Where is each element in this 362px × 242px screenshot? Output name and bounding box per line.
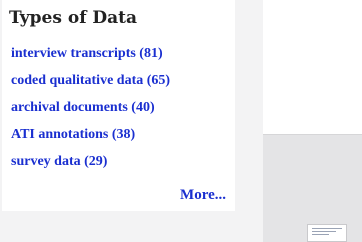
right-content-panel <box>263 0 362 134</box>
list-item: archival documents (40) <box>11 96 170 123</box>
thumbnail-line <box>312 234 329 235</box>
type-link-ati-annotations[interactable]: ATI annotations (38) <box>11 127 135 142</box>
thumbnail-line <box>312 231 336 232</box>
list-item: survey data (29) <box>11 150 170 177</box>
document-thumbnail-icon[interactable] <box>307 224 347 242</box>
list-item: ATI annotations (38) <box>11 123 170 150</box>
type-link-interview-transcripts[interactable]: interview transcripts (81) <box>11 46 163 61</box>
type-link-survey-data[interactable]: survey data (29) <box>11 154 107 169</box>
types-of-data-title: Types of Data <box>9 8 138 28</box>
more-link[interactable]: More... <box>180 187 226 204</box>
types-of-data-card: Types of Data interview transcripts (81)… <box>2 0 235 211</box>
types-of-data-list: interview transcripts (81) coded qualita… <box>11 42 170 177</box>
thumbnail-line <box>312 228 342 229</box>
list-item: interview transcripts (81) <box>11 42 170 69</box>
list-item: coded qualitative data (65) <box>11 69 170 96</box>
type-link-archival-documents[interactable]: archival documents (40) <box>11 100 155 115</box>
type-link-coded-qualitative-data[interactable]: coded qualitative data (65) <box>11 73 170 88</box>
